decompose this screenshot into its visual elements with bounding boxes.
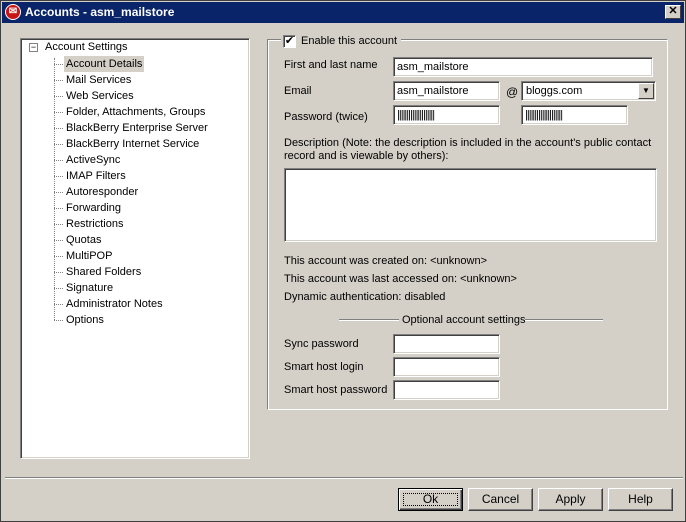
tree-connector [54, 128, 63, 129]
email-user-input[interactable]: asm_mailstore [393, 81, 500, 101]
optional-separator-right [525, 319, 603, 321]
window-title: Accounts - asm_mailstore [25, 5, 175, 19]
tree-item-label: Administrator Notes [66, 298, 163, 310]
tree-item-label: Mail Services [66, 74, 132, 86]
sync-password-input[interactable] [393, 334, 500, 354]
optional-separator-left [339, 319, 399, 321]
close-button[interactable]: ✕ [665, 5, 681, 19]
cancel-button-label: Cancel [481, 492, 520, 506]
sync-password-label: Sync password [284, 338, 359, 350]
smart-host-login-input[interactable] [393, 357, 500, 377]
check-icon: ✔ [284, 34, 295, 47]
tree-connector [54, 304, 63, 305]
tree-connector [54, 320, 63, 321]
tree-item-label: MultiPOP [66, 250, 113, 262]
smart-host-password-label: Smart host password [284, 384, 388, 396]
password-confirm-input[interactable]: |||||||||||||||||||| [521, 105, 628, 125]
tree-item-label: ActiveSync [66, 154, 121, 166]
tree-item-label: Web Services [66, 90, 134, 102]
tree-connector [54, 272, 63, 273]
tree-item-label: Forwarding [66, 202, 122, 214]
tree-connector [54, 160, 63, 161]
tree-item-label: Folder, Attachments, Groups [66, 106, 206, 118]
tree-connector [54, 64, 63, 65]
tree-connector [54, 256, 63, 257]
tree-connector [54, 240, 63, 241]
help-button-label: Help [628, 492, 653, 506]
tree-connector [54, 224, 63, 225]
enable-account-checkbox-row[interactable]: ✔ Enable this account [281, 34, 402, 48]
help-button[interactable]: Help [608, 488, 673, 511]
tree-item-label: Restrictions [66, 218, 124, 230]
password-label: Password (twice) [284, 111, 368, 123]
tree-guide-line [54, 58, 55, 320]
tree-connector [54, 192, 63, 193]
accounts-dialog: ✉ Accounts - asm_mailstore ✕ − Account S… [0, 0, 686, 522]
email-domain-select[interactable]: bloggs.com ▼ [521, 81, 656, 101]
app-icon: ✉ [5, 4, 21, 20]
password-input[interactable]: |||||||||||||||||||| [393, 105, 500, 125]
smart-host-password-input[interactable] [393, 380, 500, 400]
close-icon: ✕ [668, 5, 678, 17]
apply-button-label: Apply [555, 492, 586, 506]
email-domain-value: bloggs.com [526, 85, 583, 97]
tree-connector [54, 288, 63, 289]
tree-item-label: Signature [66, 282, 114, 294]
chevron-down-icon[interactable]: ▼ [638, 83, 654, 99]
tree-connector [54, 176, 63, 177]
optional-settings-header: Optional account settings [402, 314, 526, 326]
tree-connector [54, 80, 63, 81]
tree-connector [54, 144, 63, 145]
enable-account-checkbox[interactable]: ✔ [283, 34, 296, 48]
tree-item-label: Autoresponder [66, 186, 139, 198]
tree-connector [54, 112, 63, 113]
cancel-button[interactable]: Cancel [468, 488, 533, 511]
collapse-icon[interactable]: − [29, 43, 38, 52]
apply-button[interactable]: Apply [538, 488, 603, 511]
button-area-separator [5, 477, 683, 479]
tree-item-label: BlackBerry Internet Service [66, 138, 200, 150]
title-bar[interactable]: ✉ Accounts - asm_mailstore ✕ [2, 2, 684, 23]
ok-button[interactable]: Ok [398, 488, 463, 511]
tree-connector [54, 96, 63, 97]
description-label: Description (Note: the description is in… [284, 137, 652, 162]
enable-account-label: Enable this account [301, 35, 398, 47]
tree-root-account-settings[interactable]: Account Settings [45, 41, 128, 53]
email-label: Email [284, 85, 312, 97]
tree-item-label: Quotas [66, 234, 102, 246]
tree-item-label: IMAP Filters [66, 170, 126, 182]
tree-item-label: Options [66, 314, 104, 326]
settings-tree[interactable]: − Account Settings Account Details Mail S… [20, 38, 250, 459]
focus-rect [403, 493, 458, 506]
smart-host-login-label: Smart host login [284, 361, 364, 373]
tree-item-label: Account Details [64, 56, 145, 72]
tree-connector [54, 208, 63, 209]
tree-item-label: BlackBerry Enterprise Server [66, 122, 208, 134]
created-on-text: This account was created on: <unknown> [284, 255, 488, 267]
last-accessed-text: This account was last accessed on: <unkn… [284, 273, 517, 285]
tree-item-label: Shared Folders [66, 266, 142, 278]
full-name-input[interactable]: asm_mailstore [393, 57, 653, 77]
description-textarea[interactable] [284, 168, 657, 242]
dynamic-auth-text: Dynamic authentication: disabled [284, 291, 446, 303]
at-sign: @ [506, 85, 519, 99]
name-label: First and last name [284, 59, 378, 71]
